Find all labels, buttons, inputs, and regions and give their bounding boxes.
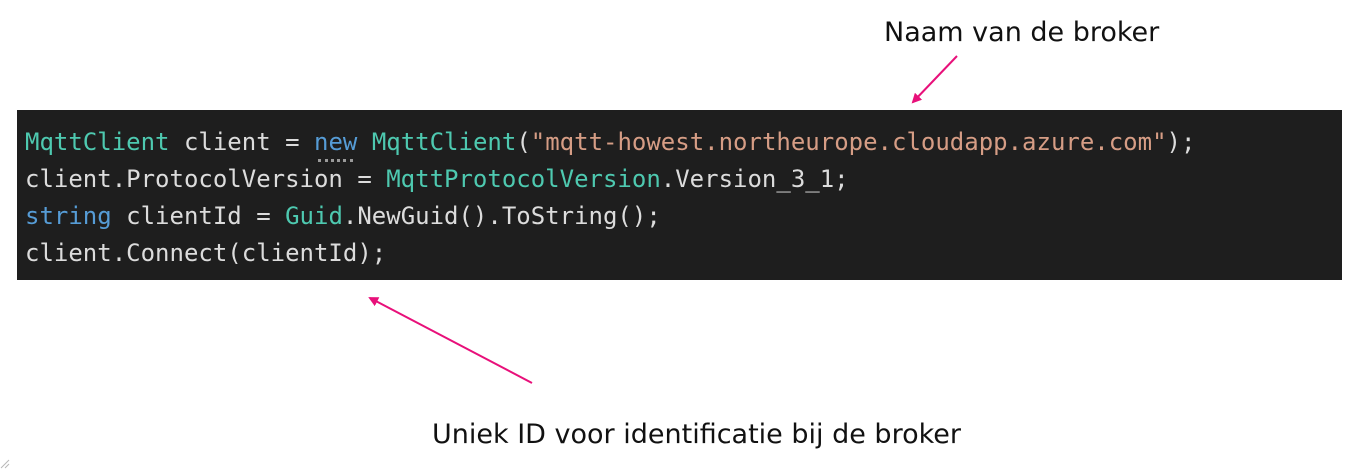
code-token-suffix: .NewGuid().ToString();	[342, 202, 661, 230]
code-token-keyword: new	[314, 128, 358, 156]
code-line-4: client.Connect(clientId);	[25, 235, 1342, 272]
code-token-statement: client.Connect(clientId);	[25, 239, 387, 267]
code-token-string: "mqtt-howest.northeurope.cloudapp.azure.…	[530, 128, 1167, 156]
code-token-constructor: MqttClient	[371, 128, 517, 156]
code-line-2: client.ProtocolVersion = MqttProtocolVer…	[25, 161, 1342, 198]
code-token-close: );	[1166, 128, 1196, 156]
client-id-annotation: Uniek ID voor identificatie bij de broke…	[432, 419, 961, 450]
resize-corner-icon	[0, 459, 10, 469]
code-token-variable: client =	[169, 128, 314, 156]
code-token-suffix: .Version_3_1;	[660, 165, 849, 193]
code-token-middle: clientId =	[111, 202, 286, 230]
code-token-type: MqttClient	[25, 128, 170, 156]
broker-name-annotation: Naam van de broker	[884, 17, 1160, 48]
code-block: MqttClient client = new MqttClient("mqtt…	[17, 110, 1342, 280]
code-line-1: MqttClient client = new MqttClient("mqtt…	[25, 124, 1342, 161]
arrow-icon	[911, 55, 958, 104]
code-token-type: MqttProtocolVersion	[386, 165, 661, 193]
code-token-type: Guid	[285, 202, 343, 230]
code-token-prefix: client.ProtocolVersion =	[25, 165, 387, 193]
code-line-3: string clientId = Guid.NewGuid().ToStrin…	[25, 198, 1342, 235]
code-token-keyword: string	[25, 202, 112, 230]
arrow-icon	[368, 297, 533, 384]
code-token-open-paren: (	[516, 128, 531, 156]
